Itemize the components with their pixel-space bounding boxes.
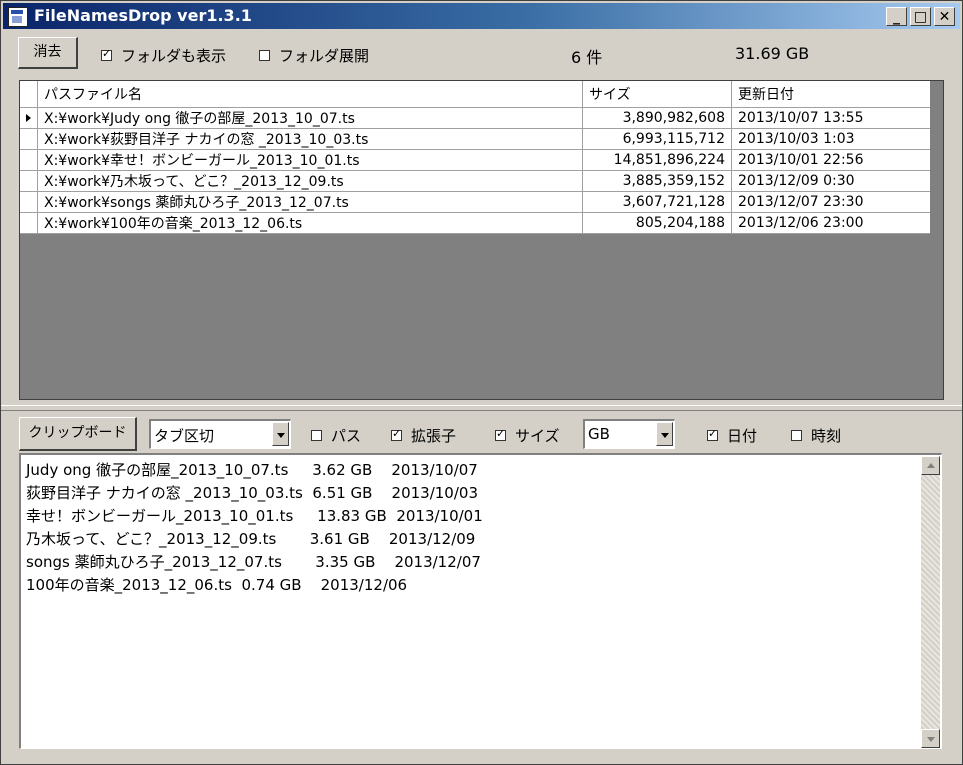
file-count: 6 件: [571, 48, 603, 67]
output-textarea[interactable]: Judy ong 徹子の部屋_2013_10_07.ts 3.62 GB 201…: [19, 453, 942, 749]
cell-date[interactable]: 2013/12/06 23:00: [731, 212, 930, 234]
size-checkbox[interactable]: サイズ: [495, 425, 560, 446]
date-label: 日付: [727, 427, 758, 445]
chevron-down-icon[interactable]: [656, 422, 673, 446]
cell-path[interactable]: X:¥work¥荻野目洋子 ナカイの窓 _2013_10_03.ts: [37, 128, 583, 150]
time-checkbox[interactable]: 時刻: [791, 425, 841, 446]
column-header-size[interactable]: サイズ: [582, 81, 732, 108]
cell-path[interactable]: X:¥work¥幸せ！ボンビーガール_2013_10_01.ts: [37, 149, 583, 171]
table-row[interactable]: X:¥work¥幸せ！ボンビーガール_2013_10_01.ts 14,851,8…: [20, 149, 930, 171]
size-check-mark[interactable]: [495, 427, 506, 441]
row-indicator[interactable]: [20, 128, 38, 150]
unit-select[interactable]: GB: [583, 419, 675, 449]
window-title: FileNamesDrop ver1.3.1: [34, 6, 252, 25]
expand-folders-label: フォルダ展開: [279, 47, 370, 65]
row-indicator[interactable]: [20, 191, 38, 213]
title-bar[interactable]: FileNamesDrop ver1.3.1 _ □ ✕: [3, 3, 960, 29]
cell-size[interactable]: 805,204,188: [582, 212, 732, 234]
cell-size[interactable]: 6,993,115,712: [582, 128, 732, 150]
extension-checkbox[interactable]: 拡張子: [391, 425, 456, 446]
panel-splitter[interactable]: [1, 405, 962, 411]
date-check-mark[interactable]: [707, 427, 718, 441]
main-window: FileNamesDrop ver1.3.1 _ □ ✕ 消去 フォルダも表示 …: [0, 0, 963, 765]
extension-check-mark[interactable]: [391, 427, 402, 441]
cell-size[interactable]: 3,885,359,152: [582, 170, 732, 192]
table-row[interactable]: X:¥work¥荻野目洋子 ナカイの窓 _2013_10_03.ts 6,993,…: [20, 128, 930, 150]
show-folders-check-mark[interactable]: [101, 47, 112, 61]
cell-date[interactable]: 2013/12/07 23:30: [731, 191, 930, 213]
cell-size[interactable]: 3,607,721,128: [582, 191, 732, 213]
chevron-down-icon[interactable]: [272, 422, 289, 446]
clipboard-button[interactable]: クリップボード: [19, 417, 137, 451]
time-check-mark[interactable]: [791, 430, 802, 441]
separator-select[interactable]: タブ区切: [149, 419, 291, 449]
cell-date[interactable]: 2013/10/03 1:03: [731, 128, 930, 150]
output-line: 乃木坂って、どこ？_2013_12_09.ts 3.61 GB 2013/12/…: [26, 530, 476, 548]
column-header-date[interactable]: 更新日付: [731, 81, 930, 108]
path-checkbox[interactable]: パス: [311, 425, 361, 446]
cell-date[interactable]: 2013/10/07 13:55: [731, 107, 930, 129]
time-label: 時刻: [811, 427, 842, 445]
table-row[interactable]: X:¥work¥Judy ong 徹子の部屋_2013_10_07.ts 3,89…: [20, 107, 930, 129]
date-checkbox[interactable]: 日付: [707, 425, 757, 446]
row-indicator[interactable]: [20, 107, 38, 129]
separator-value: タブ区切: [154, 427, 215, 445]
cell-path[interactable]: X:¥work¥乃木坂って、どこ？_2013_12_09.ts: [37, 170, 583, 192]
unit-value: GB: [588, 425, 610, 443]
extension-label: 拡張子: [411, 427, 457, 445]
file-grid[interactable]: パスファイル名 サイズ 更新日付 X:¥work¥Judy ong 徹子の部屋_…: [19, 80, 944, 400]
column-header-path[interactable]: パスファイル名: [37, 81, 583, 108]
row-indicator[interactable]: [20, 170, 38, 192]
vertical-scrollbar[interactable]: [921, 456, 940, 748]
table-row[interactable]: X:¥work¥乃木坂って、どこ？_2013_12_09.ts 3,885,359…: [20, 170, 930, 192]
row-indicator[interactable]: [20, 149, 38, 171]
show-folders-label: フォルダも表示: [121, 47, 227, 65]
cell-size[interactable]: 14,851,896,224: [582, 149, 732, 171]
cell-path[interactable]: X:¥work¥100年の音楽_2013_12_06.ts: [37, 212, 583, 234]
output-line: songs 薬師丸ひろ子_2013_12_07.ts 3.35 GB 2013/…: [26, 553, 481, 571]
expand-folders-checkbox[interactable]: フォルダ展開: [259, 45, 369, 66]
cell-path[interactable]: X:¥work¥Judy ong 徹子の部屋_2013_10_07.ts: [37, 107, 583, 129]
cell-date[interactable]: 2013/12/09 0:30: [731, 170, 930, 192]
path-check-mark[interactable]: [311, 430, 322, 441]
output-line: 幸せ！ボンビーガール_2013_10_01.ts 13.83 GB 2013/1…: [26, 507, 483, 525]
grid-header: パスファイル名 サイズ 更新日付: [20, 81, 930, 108]
total-size: 31.69 GB: [735, 44, 810, 63]
current-row-arrow-icon: [26, 114, 31, 122]
output-line: Judy ong 徹子の部屋_2013_10_07.ts 3.62 GB 201…: [26, 461, 478, 479]
row-indicator[interactable]: [20, 212, 38, 234]
output-line: 100年の音楽_2013_12_06.ts 0.74 GB 2013/12/06: [26, 576, 408, 594]
table-row[interactable]: X:¥work¥100年の音楽_2013_12_06.ts 805,204,188…: [20, 212, 930, 234]
table-row[interactable]: X:¥work¥songs 薬師丸ひろ子_2013_12_07.ts 3,607,…: [20, 191, 930, 213]
scroll-down-icon[interactable]: [921, 729, 940, 748]
path-label: パス: [331, 427, 362, 445]
expand-folders-check-mark[interactable]: [259, 50, 270, 61]
size-label: サイズ: [515, 427, 560, 445]
maximize-button[interactable]: □: [910, 7, 931, 26]
close-button[interactable]: ✕: [934, 7, 955, 26]
row-header-corner: [20, 81, 38, 108]
app-icon: [8, 7, 28, 27]
cell-path[interactable]: X:¥work¥songs 薬師丸ひろ子_2013_12_07.ts: [37, 191, 583, 213]
scroll-up-icon[interactable]: [921, 456, 940, 475]
cell-date[interactable]: 2013/10/01 22:56: [731, 149, 930, 171]
clear-button[interactable]: 消去: [18, 37, 78, 69]
minimize-button[interactable]: _: [886, 7, 907, 26]
show-folders-checkbox[interactable]: フォルダも表示: [101, 45, 226, 66]
cell-size[interactable]: 3,890,982,608: [582, 107, 732, 129]
output-line: 荻野目洋子 ナカイの窓 _2013_10_03.ts 6.51 GB 2013/…: [26, 484, 478, 502]
